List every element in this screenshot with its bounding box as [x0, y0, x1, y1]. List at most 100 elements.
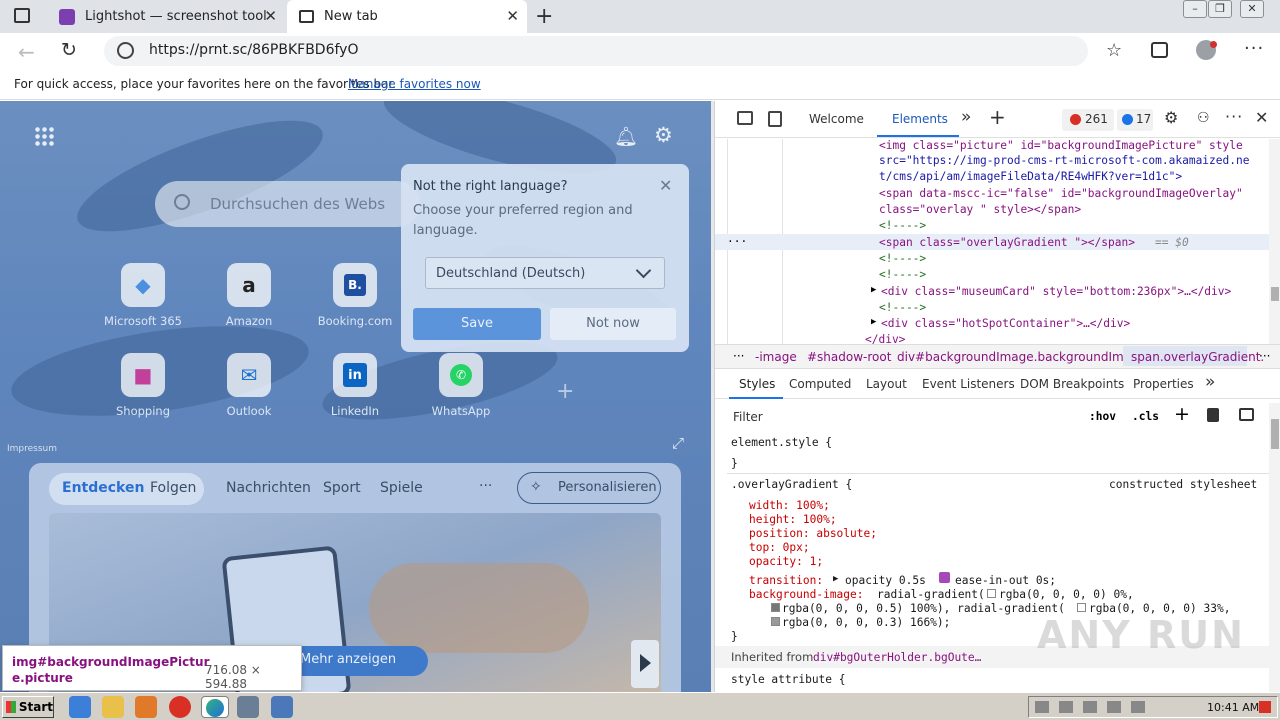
start-button[interactable]: Start	[2, 696, 54, 718]
network-app-icon[interactable]	[271, 696, 293, 718]
restore-icon[interactable]: ❐	[1208, 0, 1232, 18]
inherited-from-link[interactable]: div#bgOuterHolder.bgOute…	[813, 651, 981, 664]
mehr-anzeigen-button[interactable]: Mehr anzeigen	[288, 646, 428, 676]
devtools-tab-elements[interactable]: Elements	[892, 112, 948, 126]
gradient-value[interactable]: rgba(0, 0, 0, 0.5) 100%), radial-gradien…	[782, 602, 1065, 615]
dom-line[interactable]: </div>	[865, 333, 905, 344]
personalize-button[interactable]: ✧ Personalisieren	[517, 472, 661, 504]
quicklink-shopping[interactable]: ■ Shopping	[93, 353, 193, 418]
ie-icon[interactable]	[69, 696, 91, 718]
gradient-value[interactable]: rgba(0, 0, 0, 0.3) 166%);	[782, 616, 950, 629]
style-attribute-rule[interactable]: style attribute {	[731, 673, 846, 686]
subtab-dom-breakpoints[interactable]: DOM Breakpoints	[1020, 377, 1124, 391]
transition-value[interactable]: opacity 0.5s	[845, 574, 926, 587]
subtab-computed[interactable]: Computed	[789, 377, 851, 391]
dom-line[interactable]: class="overlay " style></span>	[879, 203, 1081, 216]
cls-toggle[interactable]: .cls	[1132, 410, 1159, 423]
color-swatch-icon[interactable]	[987, 589, 996, 598]
style-declaration[interactable]: top: 0px;	[749, 541, 810, 554]
new-tab-plus-icon[interactable]: +	[535, 4, 553, 29]
tray-icon[interactable]	[1059, 701, 1073, 713]
tray-alert-icon[interactable]	[1259, 701, 1271, 713]
tab-folgen[interactable]: Folgen	[150, 480, 196, 496]
media-player-icon[interactable]	[135, 696, 157, 718]
dom-line[interactable]: t/cms/api/am/imageFileData/RE4wHFK?ver=1…	[879, 170, 1182, 183]
expand-triangle-icon[interactable]: ▶	[871, 285, 876, 295]
new-style-rule-plus-icon[interactable]: +	[1174, 403, 1190, 425]
subtab-event-listeners[interactable]: Event Listeners	[922, 377, 1015, 391]
tab-actions-icon[interactable]	[14, 8, 30, 23]
quicklink-amazon[interactable]: a Amazon	[199, 263, 299, 328]
style-declaration[interactable]: transition:	[749, 574, 823, 587]
tab-sport[interactable]: Sport	[323, 480, 361, 496]
dom-line[interactable]: <!---->	[879, 219, 926, 232]
dom-line-selected[interactable]: <span class="overlayGradient "></span>	[879, 236, 1135, 249]
dom-line[interactable]: <!---->	[879, 301, 926, 314]
easing-editor-icon[interactable]	[939, 572, 950, 583]
dom-line[interactable]: <!---->	[879, 252, 926, 265]
expand-triangle-icon[interactable]: ▶	[871, 317, 876, 327]
subtab-layout[interactable]: Layout	[866, 377, 907, 391]
carousel-next-button[interactable]	[631, 640, 659, 688]
style-declaration[interactable]: height: 100%;	[749, 513, 837, 526]
breadcrumb-item[interactable]: -image	[755, 350, 797, 364]
warnings-badge[interactable]: 17	[1117, 109, 1153, 131]
rule-source[interactable]: constructed stylesheet	[1109, 478, 1257, 491]
breadcrumb-item-selected[interactable]: span.overlayGradient.	[1131, 350, 1264, 364]
collections-icon[interactable]	[1151, 42, 1168, 58]
tab-new-tab[interactable]: New tab ✕	[287, 0, 527, 33]
settings-menu-icon[interactable]: ···	[1244, 38, 1264, 59]
gradient-value[interactable]: radial-gradient(	[877, 588, 985, 601]
styles-scrollbar-thumb[interactable]	[1271, 419, 1279, 449]
expand-icon[interactable]: ⤢	[672, 434, 684, 452]
color-swatch-icon[interactable]	[1077, 603, 1086, 612]
popup-close-icon[interactable]: ✕	[659, 176, 672, 195]
clock[interactable]: 10:41 AM	[1207, 701, 1259, 714]
tray-icon[interactable]	[1035, 701, 1049, 713]
subtab-properties[interactable]: Properties	[1133, 377, 1194, 391]
dom-scrollbar[interactable]	[1269, 139, 1280, 344]
quicklink-whatsapp[interactable]: ✆ WhatsApp	[411, 353, 511, 418]
style-declaration[interactable]: background-image:	[749, 588, 864, 601]
dom-line[interactable]: <div class="museumCard" style="bottom:23…	[881, 285, 1231, 298]
dom-line[interactable]: <!---->	[879, 268, 926, 281]
more-tabs-chevron-icon[interactable]: »	[961, 107, 971, 127]
color-swatch-icon[interactable]	[771, 617, 780, 626]
style-declaration[interactable]: opacity: 1;	[749, 555, 823, 568]
breadcrumb-overflow-icon[interactable]: ···	[1259, 349, 1270, 363]
window-close-icon[interactable]: ✕	[1240, 0, 1264, 18]
close-tab-icon[interactable]: ✕	[264, 7, 277, 25]
tray-icon[interactable]	[1107, 701, 1121, 713]
quicklink-booking[interactable]: B. Booking.com	[305, 263, 405, 328]
window-app-icon[interactable]	[237, 696, 259, 718]
region-select[interactable]: Deutschland (Deutsch)	[425, 257, 665, 289]
tray-icon[interactable]	[1083, 701, 1097, 713]
devtools-tab-welcome[interactable]: Welcome	[809, 112, 864, 126]
apps-grid-icon[interactable]	[34, 126, 54, 146]
expand-triangle-icon[interactable]: ▶	[833, 574, 838, 584]
devtools-menu-icon[interactable]: ···	[1225, 107, 1243, 126]
save-button[interactable]: Save	[413, 308, 541, 340]
dom-line[interactable]: <div class="hotSpotContainer">…</div>	[881, 317, 1130, 330]
tray-icon[interactable]	[1131, 701, 1145, 713]
transition-easing[interactable]: ease-in-out 0s;	[955, 574, 1056, 587]
devtools-close-icon[interactable]: ✕	[1255, 108, 1268, 127]
quicklink-outlook[interactable]: ✉ Outlook	[199, 353, 299, 418]
inspect-element-icon[interactable]	[737, 111, 753, 125]
dom-scrollbar-thumb[interactable]	[1271, 287, 1279, 301]
paint-bucket-icon[interactable]	[1207, 408, 1219, 422]
toggle-sidebar-icon[interactable]	[1239, 408, 1254, 421]
subtab-styles[interactable]: Styles	[739, 377, 775, 391]
more-subtabs-chevron-icon[interactable]: »	[1205, 372, 1215, 392]
impressum-link[interactable]: Impressum	[7, 444, 57, 454]
style-declaration[interactable]: position: absolute;	[749, 527, 877, 540]
favorites-star-icon[interactable]: ☆	[1106, 40, 1122, 61]
hov-toggle[interactable]: :hov	[1089, 410, 1116, 423]
filter-input[interactable]: Filter	[733, 410, 763, 424]
not-now-button[interactable]: Not now	[550, 308, 676, 340]
style-declaration[interactable]: width: 100%;	[749, 499, 830, 512]
device-emulation-icon[interactable]	[768, 111, 782, 127]
customize-icon[interactable]: ⚇	[1197, 110, 1210, 126]
element-style-rule[interactable]: element.style {	[731, 436, 832, 449]
row-menu-icon[interactable]: ···	[727, 235, 747, 248]
